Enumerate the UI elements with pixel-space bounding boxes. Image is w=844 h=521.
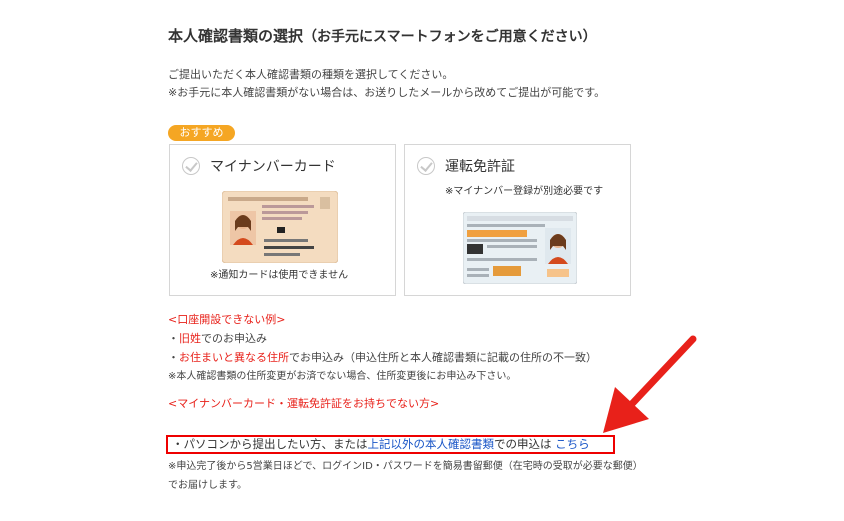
mail-delivery-note: ※申込完了後から5営業日ほどで、ログインID・パスワードを簡易書留郵便（在宅時の… (168, 461, 638, 491)
page-title-sub: （お手元にスマートフォンをご用意ください） (303, 29, 597, 45)
bullet: ・ (168, 351, 179, 364)
pc-submission-mid: での申込は (494, 437, 552, 451)
option-card-drivers-license[interactable]: 運転免許証 ※マイナンバー登録が別途必要です (404, 144, 631, 296)
recommended-badge: おすすめ (168, 125, 235, 141)
mynumber-card-illustration (222, 191, 338, 263)
notes-section: <口座開設できない例> ・旧姓でのお申込み ・お住まいと異なる住所でお申込み（申… (168, 310, 628, 413)
here-link[interactable]: こちら (555, 437, 590, 451)
cannot-open-heading: <口座開設できない例> (168, 313, 286, 326)
cannot-open-note: ※本人確認書類の住所変更がお済でない場合、住所変更後にお申込み下さい。 (168, 371, 517, 382)
page-title: 本人確認書類の選択（お手元にスマートフォンをご用意ください） (168, 25, 597, 46)
item-keyword: 旧姓 (179, 332, 201, 345)
other-documents-text: 上記以外の本人確認書類 (367, 437, 495, 451)
intro-line-2: ※お手元に本人確認書類がない場合は、お送りしたメールから改めてご提出が可能です。 (168, 86, 606, 99)
option-card-note: ※マイナンバー登録が別途必要です (445, 186, 604, 197)
bullet: ・ (168, 332, 179, 345)
page-title-main: 本人確認書類の選択 (168, 27, 304, 45)
intro-text: ご提出いただく本人確認書類の種類を選択してください。 ※お手元に本人確認書類がな… (168, 66, 605, 102)
option-card-label: マイナンバーカード (210, 159, 336, 175)
cannot-open-item-2: ・お住まいと異なる住所でお申込み（申込住所と本人確認書類に記載の住所の不一致） (168, 348, 628, 367)
check-icon[interactable] (182, 157, 200, 175)
option-card-mynumber[interactable]: マイナンバーカード ※通知カードは使用できません (169, 144, 396, 296)
cannot-open-item-1: ・旧姓でのお申込み (168, 329, 628, 348)
drivers-license-illustration (463, 212, 577, 284)
check-icon[interactable] (417, 157, 435, 175)
intro-line-1: ご提出いただく本人確認書類の種類を選択してください。 (168, 68, 454, 81)
no-card-heading: <マイナンバーカード・運転免許証をお持ちでない方> (168, 397, 440, 410)
option-card-note: ※通知カードは使用できません (210, 270, 349, 281)
red-arrow-icon (603, 335, 697, 433)
item-text: でのお申込み (201, 332, 267, 345)
option-card-label: 運転免許証 (445, 159, 515, 175)
pc-submission-text: ・パソコンから提出したい方、または (172, 437, 368, 451)
pc-submission-line: ・パソコンから提出したい方、または上記以外の本人確認書類での申込は こちら (166, 435, 615, 454)
item-text: でお申込み（申込住所と本人確認書類に記載の住所の不一致） (289, 351, 597, 364)
item-keyword: お住まいと異なる住所 (179, 351, 289, 364)
